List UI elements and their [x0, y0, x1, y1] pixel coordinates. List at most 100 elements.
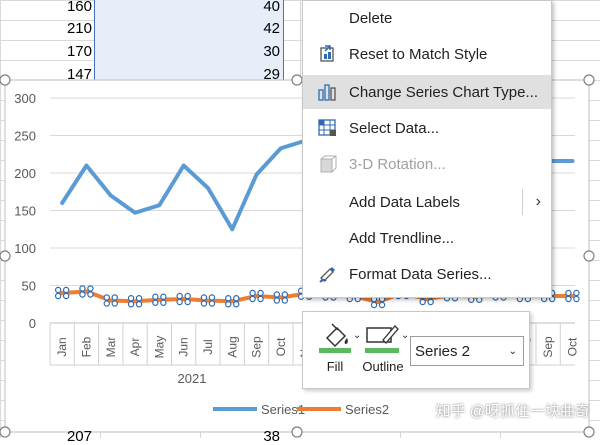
selected-point-handle	[200, 300, 208, 307]
svg-text:⌄: ⌄	[401, 330, 409, 341]
selected-point-handle	[160, 299, 167, 306]
resize-handle[interactable]	[291, 426, 303, 438]
series-select-value: Series 2	[415, 342, 471, 360]
selected-point-handle	[273, 297, 281, 304]
selected-point-handle	[419, 298, 426, 306]
y-tick-label: 100	[14, 241, 36, 256]
x-tick-label: May	[152, 336, 166, 359]
y-tick-label: 50	[22, 279, 36, 294]
chevron-down-icon: ⌄	[508, 345, 517, 357]
selected-point-handle	[249, 289, 256, 297]
selected-point-handle	[152, 293, 159, 300]
x-tick-label: Sep	[541, 336, 555, 358]
x-tick-label: Feb	[79, 336, 93, 357]
selected-point-handle	[62, 292, 70, 300]
menu-item-select-data[interactable]: Select Data...	[303, 111, 551, 145]
x-group-label: 2021	[178, 371, 207, 386]
menu-item-reset-style[interactable]: Reset to Match Style	[303, 37, 551, 71]
selected-point-handle	[152, 299, 159, 306]
selected-point-handle	[127, 295, 135, 302]
selected-point-handle	[184, 292, 191, 300]
y-tick-label: 0	[29, 316, 36, 331]
selected-point-handle	[135, 295, 143, 302]
series-select[interactable]: Series 2 ⌄	[410, 336, 524, 366]
selected-point-handle	[79, 285, 86, 292]
menu-item-label: 3-D Rotation...	[349, 155, 446, 173]
x-tick-label: Jul	[201, 339, 215, 354]
menu-item-label: Format Data Series...	[349, 265, 492, 283]
chevron-right-icon[interactable]: ›	[536, 193, 541, 211]
selected-point-handle	[233, 301, 240, 308]
selected-point-handle	[233, 295, 240, 302]
format-series-icon	[317, 263, 339, 285]
selected-point-handle	[257, 295, 264, 303]
resize-handle[interactable]	[0, 250, 11, 262]
selected-point-handle	[184, 298, 191, 306]
selected-point-handle	[565, 295, 572, 303]
y-tick-label: 250	[14, 129, 36, 144]
selected-point-handle	[160, 293, 167, 300]
selected-point-handle	[565, 289, 572, 297]
selected-point-handle	[87, 285, 94, 292]
outline-label: Outline	[362, 359, 404, 374]
x-tick-label: Oct	[274, 337, 288, 356]
menu-item-add-trendline[interactable]: Add Trendline...	[303, 221, 551, 255]
selected-point-handle	[225, 295, 232, 302]
menu-item-label: Delete	[349, 9, 393, 27]
resize-handle[interactable]	[583, 426, 595, 438]
selected-point-handle	[370, 301, 378, 309]
pen-outline-icon: ⌄	[365, 325, 409, 353]
menu-item-add-data-labels[interactable]: Add Data Labels ›	[303, 185, 551, 219]
watermark-text: 知乎 @呀抓住一块曲奇	[435, 403, 590, 420]
cell-b-bottom[interactable]: 38	[200, 428, 280, 445]
x-tick-label: Jan	[55, 337, 69, 356]
selected-point-handle	[103, 294, 110, 301]
selected-point-handle	[281, 297, 289, 304]
selected-point-handle	[176, 292, 183, 300]
mini-toolbar: ⌄ Fill ⌄ Outline Series 2 ⌄	[302, 311, 530, 389]
resize-handle[interactable]	[583, 74, 595, 86]
selected-point-handle	[54, 286, 62, 294]
legend-label: Series2	[345, 402, 389, 417]
y-tick-label: 300	[14, 91, 36, 106]
menu-item-delete[interactable]: Delete	[303, 1, 551, 35]
menu-item-format-data-series[interactable]: Format Data Series...	[303, 257, 551, 291]
selected-point-handle	[249, 295, 256, 303]
select-data-icon	[317, 117, 339, 139]
selected-point-handle	[135, 301, 143, 308]
selected-point-handle	[103, 300, 110, 307]
y-tick-label: 150	[14, 204, 36, 219]
x-tick-label: Sep	[250, 336, 264, 358]
resize-handle[interactable]	[291, 74, 303, 86]
selected-point-handle	[111, 300, 118, 307]
selected-point-handle	[427, 298, 434, 306]
selected-point-handle	[208, 300, 216, 307]
resize-handle[interactable]	[0, 426, 11, 438]
rotation-3d-icon	[317, 153, 339, 175]
menu-item-label: Add Data Labels	[349, 193, 460, 211]
selected-point-handle	[111, 294, 118, 301]
y-tick-label: 200	[14, 166, 36, 181]
selected-point-handle	[62, 286, 70, 294]
cell-a-bottom[interactable]: 207	[12, 428, 92, 445]
menu-item-label: Reset to Match Style	[349, 45, 488, 63]
selected-point-handle	[79, 291, 86, 298]
selected-point-handle	[200, 294, 208, 301]
selected-point-handle	[273, 291, 281, 298]
x-tick-label: Oct	[565, 337, 579, 356]
selected-point-handle	[176, 298, 183, 306]
outline-button[interactable]: ⌄ Outline	[355, 316, 411, 384]
reset-style-icon	[317, 43, 339, 65]
menu-item-change-chart-type[interactable]: Change Series Chart Type...	[303, 75, 551, 109]
selected-point-handle	[257, 289, 264, 297]
submenu-separator	[522, 189, 523, 215]
menu-item-label: Change Series Chart Type...	[349, 83, 538, 101]
menu-item-3d-rotation: 3-D Rotation...	[303, 147, 551, 181]
resize-handle[interactable]	[0, 74, 11, 86]
x-tick-label: Jun	[177, 337, 191, 356]
resize-handle[interactable]	[583, 250, 595, 262]
menu-item-label: Add Trendline...	[349, 229, 455, 247]
selected-point-handle	[208, 294, 216, 301]
selected-point-handle	[54, 292, 62, 300]
x-tick-label: Mar	[104, 337, 118, 358]
